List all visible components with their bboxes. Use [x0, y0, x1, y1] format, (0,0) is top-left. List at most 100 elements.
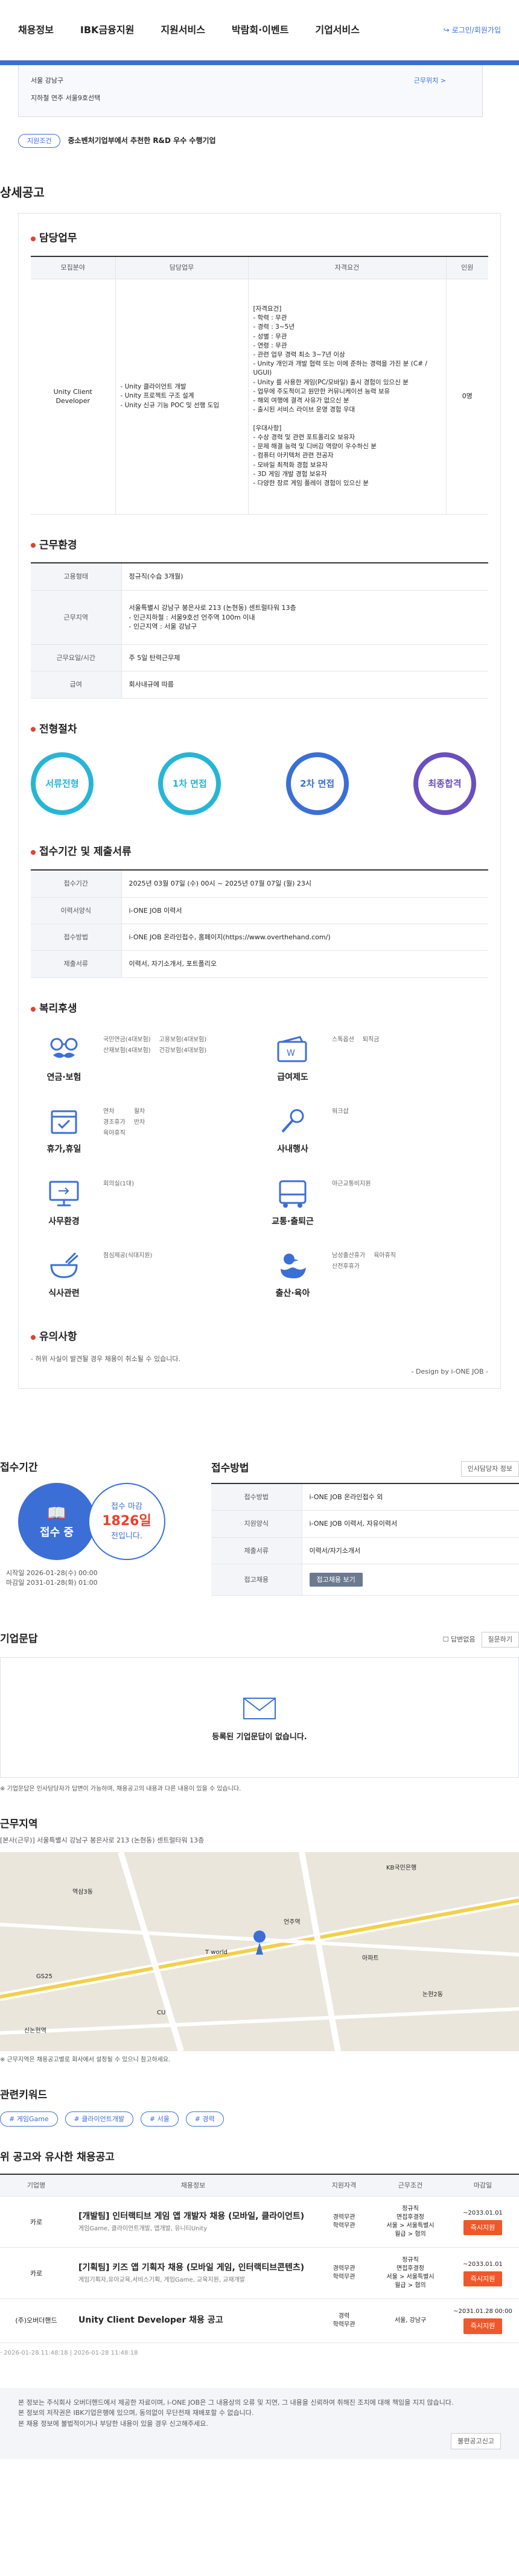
process-title: 전형절차	[39, 723, 77, 735]
receipt-value: 2025년 03월 07일 (수) 00시 ~ 2025년 07월 07일 (월…	[121, 870, 488, 898]
condition-label: 고용형태	[31, 563, 122, 591]
condition-value: 정규직(수습 3개월)	[121, 563, 488, 591]
login-link[interactable]: ↪ 로그인/회원가입	[444, 25, 501, 36]
similar-cond: 서울, 강남구	[374, 2298, 447, 2343]
receipt-label: 접수기간	[31, 870, 122, 898]
apply-period-title: 접수기간	[0, 1462, 38, 1474]
table-row[interactable]: (주)오버더핸드 Unity Client Developer 채용 공고 경력…	[0, 2298, 519, 2343]
similar-tags: 게임Game, 클라이언트개발, 앱개발, 유니티Unity	[78, 2225, 208, 2233]
condition-value: 회사내규에 따름	[121, 671, 488, 699]
similar-cond: 정규직 면접후결정 서울 > 서울특별시 월급 > 협의	[374, 2247, 447, 2300]
apply-value: i-ONE JOB 이력서, 자유이력서	[302, 1510, 519, 1538]
welfare-sub: 연차	[103, 1108, 115, 1115]
monitor-icon	[37, 1176, 91, 1211]
footer-line: 본 정보는 주식회사 오버더핸드에서 제공한 자료이며, i-ONE JOB은 …	[18, 2398, 454, 2406]
apply-label: 지원양식	[211, 1510, 302, 1538]
table-row[interactable]: 카로 [기획팀] 키즈 앱 기획자 채용 (모바일 게임, 인터랙티브콘텐츠) 게…	[0, 2247, 519, 2300]
similar-job-title[interactable]: [기획팀] 키즈 앱 기획자 채용 (모바일 게임, 인터랙티브콘텐츠)	[78, 2262, 308, 2274]
hr-info-button[interactable]: 인사담당자 정보	[460, 1461, 519, 1477]
menu-support[interactable]: 지원서비스	[161, 24, 205, 37]
condition-heading: 근무환경	[31, 539, 488, 553]
unanswered-checkbox[interactable]: ☐ 답변없음	[443, 1635, 476, 1644]
apply-now-button[interactable]: 즉시지원	[463, 2219, 503, 2236]
process-step: 서류전형	[31, 752, 94, 816]
location-box: 서울 강남구 지하철 연주 서울9호선택 근무위치 >	[18, 65, 483, 117]
top-navigation: 채용정보 IBK금융지원 지원서비스 박람회·이벤트 기업서비스 ↪ 로그인/회…	[0, 0, 519, 60]
similar-qual: 경력 학력무관	[314, 2298, 374, 2343]
duty-requirements: [자격요건] - 학력 : 무관 - 경력 : 3~5년 - 성별 : 무관 -…	[248, 279, 447, 515]
table-row[interactable]: 카로 [개발팀] 인터랙티브 게임 앱 개발자 채용 (모바일, 클라이언트) 게…	[0, 2196, 519, 2248]
menu-company[interactable]: 기업서비스	[315, 24, 360, 37]
apply-now-button[interactable]: 즉시지원	[463, 2318, 503, 2334]
map-label: KB국민은행	[386, 1864, 417, 1871]
bus-icon	[266, 1176, 320, 1211]
map-label: T world	[205, 1949, 228, 1956]
receipt-label: 제출서류	[31, 950, 122, 978]
similar-job-title[interactable]: [개발팀] 인터랙티브 게임 앱 개발자 채용 (모바일, 클라이언트)	[78, 2211, 308, 2223]
banner-strip	[0, 60, 519, 65]
menu-fair[interactable]: 박람회·이벤트	[232, 24, 288, 37]
condition-title: 근무환경	[39, 539, 77, 551]
receipt-label: 이력서양식	[31, 897, 122, 924]
receipt-value: 이력서, 자기소개서, 포트폴리오	[121, 950, 488, 978]
welfare-sub: 야근교통비지원	[332, 1180, 371, 1187]
apply-value: 이력서/자기소개서	[302, 1537, 519, 1565]
similar-company: 카로	[0, 2247, 72, 2300]
welfare-item: 식사관련 점심제공(식대지원)	[37, 1248, 253, 1300]
menu-finance[interactable]: IBK금융지원	[80, 24, 134, 37]
keyword-chip[interactable]: # 서울	[140, 2111, 179, 2127]
receipt-label: 접수방법	[31, 924, 122, 951]
welfare-sub: 산재보험(4대보험)	[103, 1047, 151, 1054]
apply-period: 접수기간 📖 접수 중 접수 마감 1826일 전입니다. 시작일 2026-0…	[0, 1461, 205, 1596]
end-date: 마감일 2031-01-28(화) 01:00	[6, 1578, 98, 1587]
ask-button[interactable]: 질문하기	[481, 1632, 519, 1648]
apply-label: 접수방법	[211, 1483, 302, 1511]
process-step-label: 1차 면접	[163, 757, 217, 811]
svg-text:W: W	[287, 1048, 295, 1058]
inquiry-section: 기업문답 ☐ 답변없음 질문하기 등록된 기업문답이 없습니다. ※ 기업문답은…	[0, 1632, 519, 1793]
apply-method-table: 접수방법 i-ONE JOB 온라인접수 외 지원양식 i-ONE JOB 이력서,…	[211, 1482, 519, 1596]
caution-text: - 허위 사실이 발견될 경우 채용이 취소될 수 있습니다.	[31, 1354, 180, 1363]
keyword-chip[interactable]: # 경력	[185, 2111, 224, 2127]
similar-job-title[interactable]: Unity Client Developer 채용 공고	[78, 2315, 308, 2327]
main-menu: 채용정보 IBK금융지원 지원서비스 박람회·이벤트 기업서비스	[18, 24, 444, 37]
similar-header: 기업명	[0, 2174, 72, 2197]
similar-company: (주)오버더핸드	[0, 2298, 72, 2343]
condition-value: 주 5일 탄력근무제	[121, 644, 488, 672]
welfare-item: 연금·보험 국민연금(4대보험) 고용보험(4대보험) 산재보험(4대보험) 건강보험…	[37, 1032, 253, 1084]
location-address: 서울 강남구	[31, 77, 64, 84]
inquiry-empty-box: 등록된 기업문답이 없습니다.	[0, 1657, 519, 1778]
location-more-link[interactable]: 근무위치 >	[414, 76, 446, 106]
receipt-heading: 접수기간 및 제출서류	[31, 845, 488, 860]
map-label: 아파트	[362, 1955, 379, 1962]
similar-header: 채용정보	[72, 2174, 314, 2197]
receipt-table: 접수기간 2025년 03월 07일 (수) 00시 ~ 2025년 07월 07…	[31, 869, 488, 978]
report-button[interactable]: 불편공고신고	[451, 2432, 501, 2450]
dday-value: 1826일	[102, 1513, 151, 1529]
process-heading: 전형절차	[31, 723, 488, 737]
unanswered-label: 답변없음	[451, 1635, 476, 1644]
apply-method-title: 접수방법	[211, 1462, 249, 1475]
welfare-label: 급여제도	[277, 1072, 308, 1082]
bullet-icon	[31, 850, 36, 855]
welfare-label: 사내행사	[277, 1144, 308, 1155]
apply-now-button[interactable]: 즉시지원	[463, 2271, 503, 2287]
view-posting-button[interactable]: 접고채용 보기	[309, 1573, 363, 1587]
apply-value: i-ONE JOB 온라인접수 외	[302, 1483, 519, 1511]
sme-text: 중소벤처기업부에서 추천한 R&D 우수 수행기업	[68, 136, 216, 145]
map-view[interactable]: KB국민은행 역삼3동 T world 언주역 논현2동 GS25 아파트 CU…	[0, 1851, 519, 2051]
welfare-sub: 육아휴직	[374, 1252, 396, 1260]
condition-table: 고용형태 정규직(수습 3개월) 근무지역 서울특별시 강남구 봉은사로 213 (…	[31, 562, 488, 699]
welfare-sub: 건강보험(4대보험)	[159, 1047, 207, 1054]
receipt-value: i-ONE JOB 이력서	[121, 897, 488, 924]
receipt-value: i-ONE JOB 온라인접수, 홈페이지(https://www.overth…	[121, 924, 488, 951]
welfare-sub: 경조휴가	[103, 1119, 126, 1126]
rice-bowl-icon	[37, 1248, 91, 1283]
keyword-chip[interactable]: # 클라이언트개발	[65, 2111, 134, 2127]
caution-heading: 유의사항	[31, 1330, 488, 1345]
process-step-label: 최종합격	[418, 757, 471, 811]
keyword-chip[interactable]: # 게임Game	[0, 2111, 58, 2127]
menu-jobs[interactable]: 채용정보	[18, 24, 54, 37]
map-label: GS25	[36, 1973, 53, 1980]
location-note: 지하철 연주 서울9호선택	[31, 94, 101, 103]
